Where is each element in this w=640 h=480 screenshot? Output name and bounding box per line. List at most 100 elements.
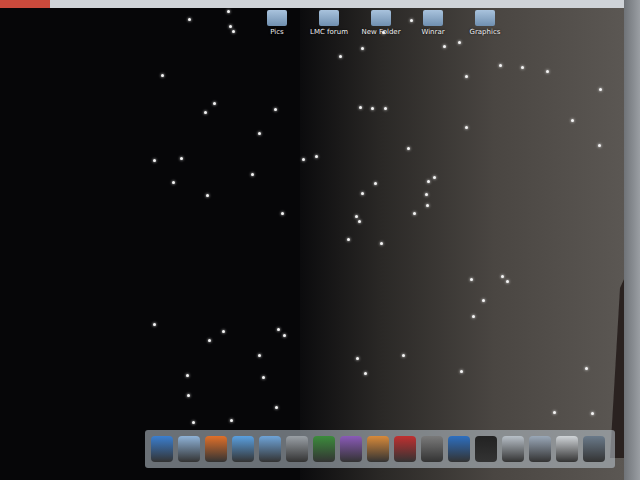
folder-icon[interactable] (423, 10, 443, 26)
snowflake (425, 193, 428, 196)
snowflake (232, 30, 235, 33)
snowflake (222, 330, 225, 333)
snowflake (546, 70, 549, 73)
snow-overlay (0, 0, 624, 480)
snowflake (356, 357, 359, 360)
snowflake (482, 299, 485, 302)
app-icon[interactable] (205, 436, 227, 462)
snowflake (591, 412, 594, 415)
snowflake (347, 238, 350, 241)
desktop-icon[interactable]: LMC forum (307, 10, 351, 36)
icon-label[interactable]: Pics (269, 28, 285, 36)
snowflake (413, 212, 416, 215)
app-icon[interactable] (502, 436, 524, 462)
snowflake (227, 10, 230, 13)
snowflake (281, 212, 284, 215)
snowflake (192, 421, 195, 424)
desktop-icons: Pics LMC forum New Folder Winrar Graphics (255, 10, 507, 36)
folder-icon[interactable] (371, 10, 391, 26)
snowflake (153, 323, 156, 326)
folder-icon[interactable] (475, 10, 495, 26)
snowflake (472, 315, 475, 318)
icon-label[interactable]: Winrar (420, 28, 445, 36)
snowflake (571, 119, 574, 122)
snowflake (458, 41, 461, 44)
desktop: Pics LMC forum New Folder Winrar Graphics (0, 0, 640, 480)
snowflake (384, 107, 387, 110)
monitor-bezel (624, 0, 640, 480)
snowflake (410, 19, 413, 22)
snowflake (407, 147, 410, 150)
snowflake (302, 158, 305, 161)
snowflake (275, 406, 278, 409)
snowflake (230, 419, 233, 422)
snowflake (598, 144, 601, 147)
snowflake (315, 155, 318, 158)
app-icon[interactable] (340, 436, 362, 462)
snowflake (186, 374, 189, 377)
snowflake (262, 376, 265, 379)
snowflake (187, 394, 190, 397)
app-icon[interactable] (178, 436, 200, 462)
app-icon[interactable] (313, 436, 335, 462)
browser-strip (0, 0, 625, 8)
snowflake (161, 74, 164, 77)
icon-label[interactable]: Graphics (469, 28, 502, 36)
app-icon[interactable] (421, 436, 443, 462)
app-icon[interactable] (556, 436, 578, 462)
icon-label[interactable]: New Folder (360, 28, 401, 36)
snowflake (283, 334, 286, 337)
snowflake (501, 275, 504, 278)
snowflake (465, 126, 468, 129)
app-icon[interactable] (232, 436, 254, 462)
desktop-icon[interactable]: Winrar (411, 10, 455, 36)
snowflake (380, 242, 383, 245)
snowflake (426, 204, 429, 207)
snowflake (599, 88, 602, 91)
snowflake (470, 278, 473, 281)
app-icon[interactable] (151, 436, 173, 462)
desktop-icon[interactable]: New Folder (359, 10, 403, 36)
desktop-icon[interactable]: Pics (255, 10, 299, 36)
app-icon[interactable] (259, 436, 281, 462)
snowflake (427, 180, 430, 183)
dock (145, 430, 615, 468)
snowflake (229, 25, 232, 28)
snowflake (460, 370, 463, 373)
snowflake (274, 108, 277, 111)
app-icon[interactable] (583, 436, 605, 462)
wallpaper-photo (300, 8, 624, 480)
snowflake (361, 192, 364, 195)
snowflake (361, 47, 364, 50)
snowflake (251, 173, 254, 176)
snowflake (465, 75, 468, 78)
app-icon[interactable] (448, 436, 470, 462)
snowflake (433, 176, 436, 179)
app-icon[interactable] (286, 436, 308, 462)
snowflake (172, 181, 175, 184)
snowflake (180, 157, 183, 160)
icon-label[interactable]: LMC forum (309, 28, 349, 36)
snowflake (204, 111, 207, 114)
snowflake (153, 159, 156, 162)
snowflake (521, 66, 524, 69)
snowflake (364, 372, 367, 375)
snowflake (358, 220, 361, 223)
app-icon[interactable] (367, 436, 389, 462)
snowflake (258, 132, 261, 135)
folder-icon[interactable] (319, 10, 339, 26)
folder-icon[interactable] (267, 10, 287, 26)
snowflake (206, 194, 209, 197)
snowflake (188, 18, 191, 21)
app-icon[interactable] (475, 436, 497, 462)
desktop-icon[interactable]: Graphics (463, 10, 507, 36)
snowflake (213, 102, 216, 105)
snowflake (258, 354, 261, 357)
snowflake (371, 107, 374, 110)
snowflake (382, 31, 385, 34)
app-icon[interactable] (394, 436, 416, 462)
snowflake (359, 106, 362, 109)
app-icon[interactable] (529, 436, 551, 462)
snowflake (339, 55, 342, 58)
snowflake (506, 280, 509, 283)
